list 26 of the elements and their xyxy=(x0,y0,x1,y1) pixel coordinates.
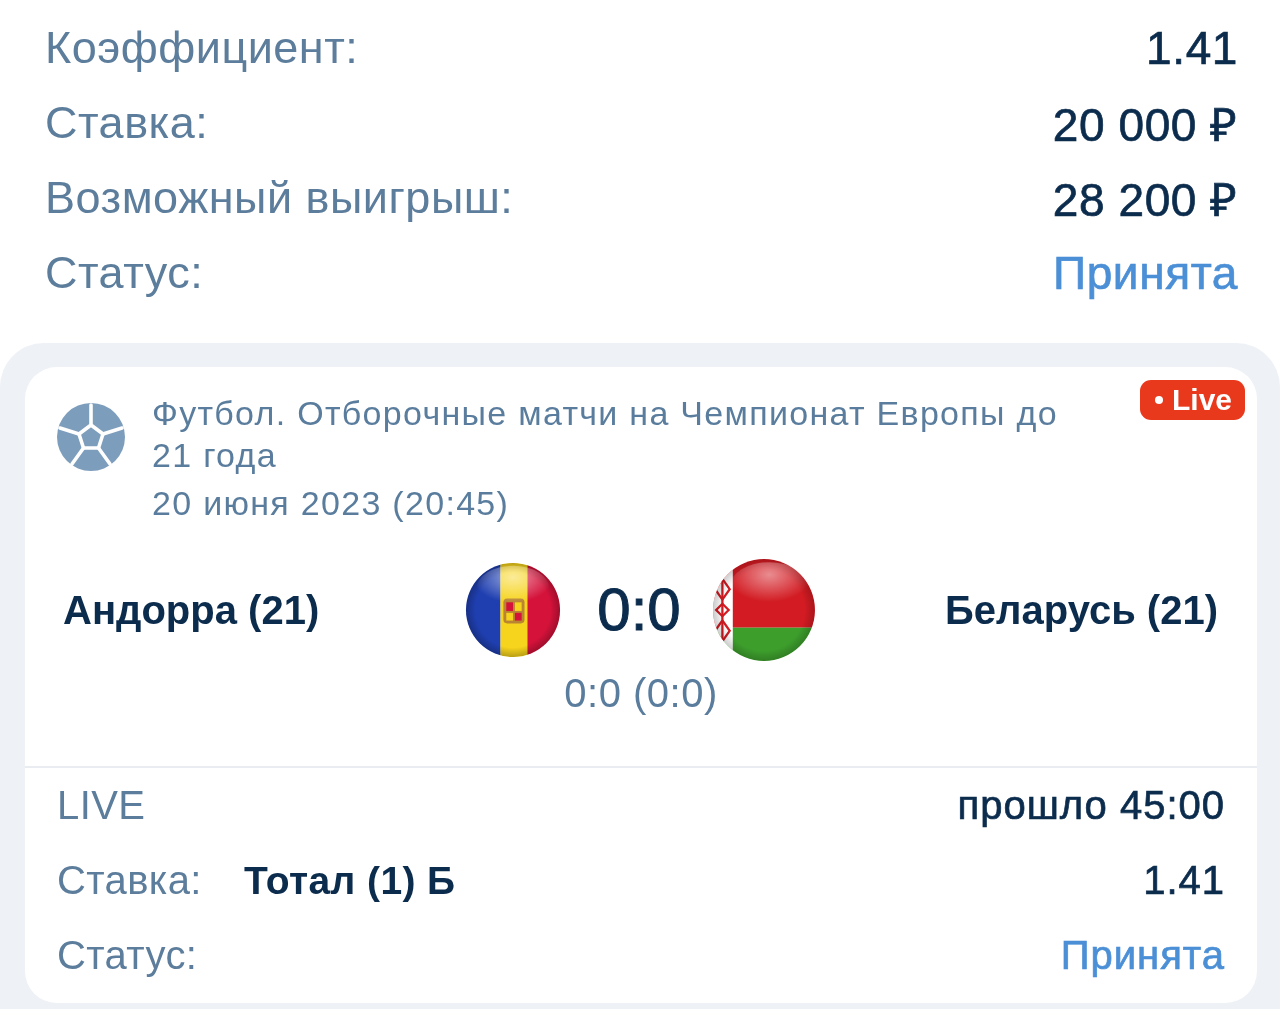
badge-label: Live xyxy=(1171,383,1232,417)
field-label: Ставка: xyxy=(57,858,202,903)
team-name: Андорра (21) xyxy=(63,587,320,633)
field-value: 20 000 ₽ xyxy=(1052,97,1238,153)
elapsed-time: прошло 45:00 xyxy=(957,783,1225,828)
field-label: Статус: xyxy=(57,933,198,978)
odds-value: 1.41 xyxy=(1143,858,1225,903)
dot-icon xyxy=(1154,396,1163,404)
soccer-ball-icon xyxy=(57,403,125,471)
live-label: LIVE xyxy=(57,783,146,828)
flag-icon xyxy=(465,562,562,658)
tournament-title: Футбол. Отборочные матчи на Чемпионат Европы до 21 года xyxy=(152,393,1059,476)
flag-icon xyxy=(711,558,816,662)
period-score: 0:0 (0:0) xyxy=(564,670,718,716)
field-value: 28 200 ₽ xyxy=(1052,172,1238,228)
bet-selection: Тотал (1) Б xyxy=(244,858,456,903)
status-text: Принята xyxy=(1053,245,1238,300)
field-label: Коэффициент: xyxy=(45,21,359,74)
match-datetime: 20 июня 2023 (20:45) xyxy=(152,483,510,524)
team-name: Беларусь (21) xyxy=(945,587,1218,633)
match-score: 0:0 xyxy=(597,575,681,645)
status-text: Принята xyxy=(1060,933,1225,978)
field-value: 1.41 xyxy=(1146,20,1238,75)
field-label: Возможный выигрыш: xyxy=(45,171,514,224)
field-label: Ставка: xyxy=(45,96,209,149)
field-label: Статус: xyxy=(45,246,204,299)
